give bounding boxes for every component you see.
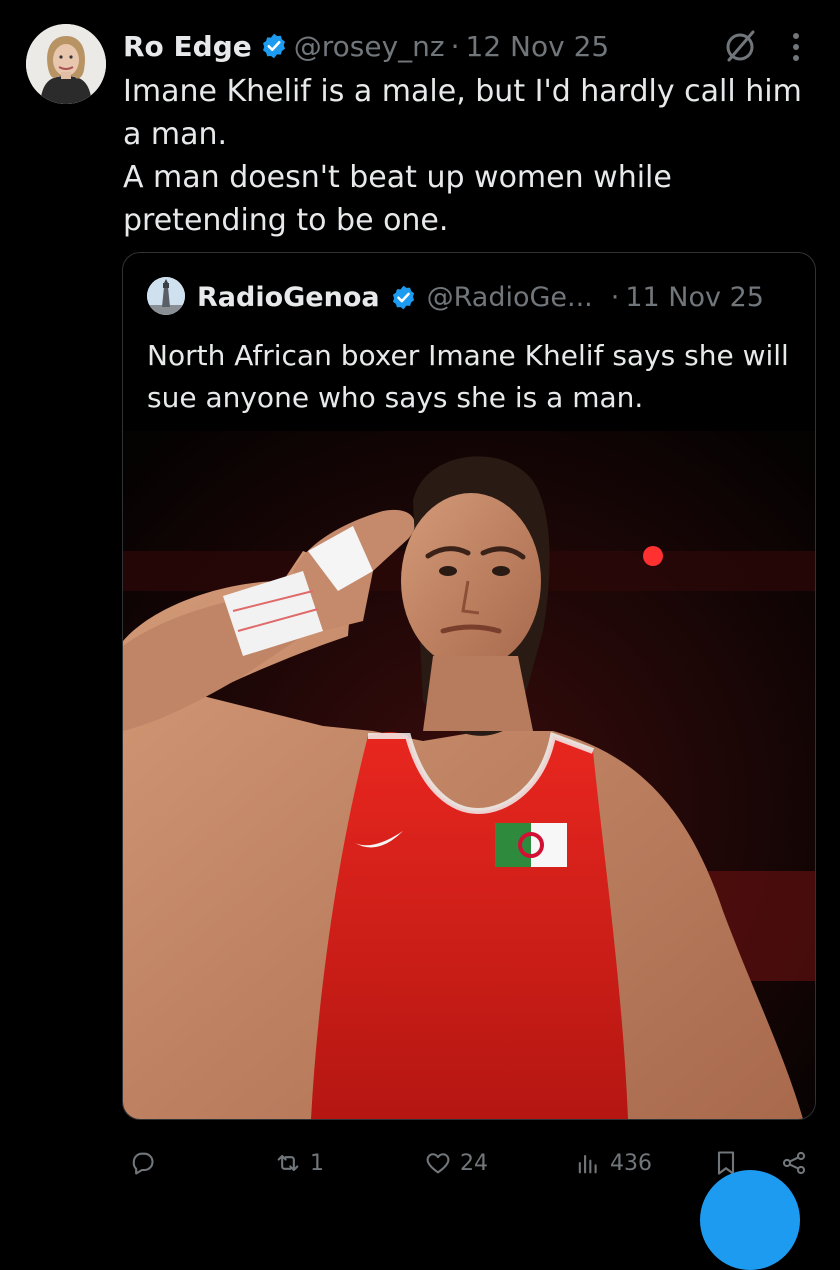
quoted-author-avatar[interactable] xyxy=(147,277,185,315)
grok-icon[interactable] xyxy=(720,26,760,66)
retweet-count: 1 xyxy=(310,1150,324,1176)
separator-dot: · xyxy=(450,29,460,63)
quoted-tweet[interactable]: RadioGenoa @RadioGe... · 11 Nov 25 North… xyxy=(122,252,816,1120)
tweet-text: Imane Khelif is a male, but I'd hardly c… xyxy=(123,70,823,242)
author-handle[interactable]: @rosey_nz xyxy=(294,30,445,63)
verified-badge-icon xyxy=(392,285,414,309)
boxer-saluting-photo[interactable] xyxy=(123,431,815,1119)
tweet-date[interactable]: 12 Nov 25 xyxy=(466,30,610,63)
quoted-tweet-header: RadioGenoa @RadioGe... · 11 Nov 25 xyxy=(197,277,764,317)
compose-button[interactable] xyxy=(700,1170,800,1270)
reply-button[interactable] xyxy=(128,1138,164,1188)
like-button[interactable]: 24 xyxy=(424,1138,488,1188)
quoted-tweet-text: North African boxer Imane Khelif says sh… xyxy=(147,339,789,414)
tweet[interactable]: Ro Edge @rosey_nz · 12 Nov 25 Imane Khel… xyxy=(0,0,840,1270)
like-count: 24 xyxy=(460,1150,488,1176)
reply-icon xyxy=(132,1152,154,1175)
user-avatar-icon xyxy=(26,24,106,104)
quoted-tweet-date[interactable]: 11 Nov 25 xyxy=(625,282,764,313)
views-button[interactable]: 436 xyxy=(574,1138,652,1188)
verified-badge-icon xyxy=(262,33,285,59)
tweet-text-line-2: A man doesn't beat up women while preten… xyxy=(123,160,672,238)
separator-dot: · xyxy=(610,281,620,313)
action-bar: 1 24 436 xyxy=(0,1138,840,1188)
tweet-header: Ro Edge @rosey_nz · 12 Nov 25 xyxy=(123,26,609,66)
heart-icon xyxy=(426,1153,450,1174)
lighthouse-avatar-icon xyxy=(147,277,185,315)
quoted-author-display-name[interactable]: RadioGenoa xyxy=(197,282,380,313)
retweet-icon xyxy=(277,1154,299,1172)
more-icon[interactable] xyxy=(786,30,806,64)
quoted-author-handle[interactable]: @RadioGe... xyxy=(427,282,593,313)
views-count: 436 xyxy=(610,1150,652,1176)
views-icon xyxy=(578,1154,597,1174)
author-display-name[interactable]: Ro Edge xyxy=(123,30,252,63)
retweet-button[interactable]: 1 xyxy=(274,1138,324,1188)
tweet-text-line-1: Imane Khelif is a male, but I'd hardly c… xyxy=(123,74,802,152)
share-button[interactable] xyxy=(780,1138,808,1188)
share-icon xyxy=(782,1151,806,1175)
author-avatar[interactable] xyxy=(26,24,106,104)
